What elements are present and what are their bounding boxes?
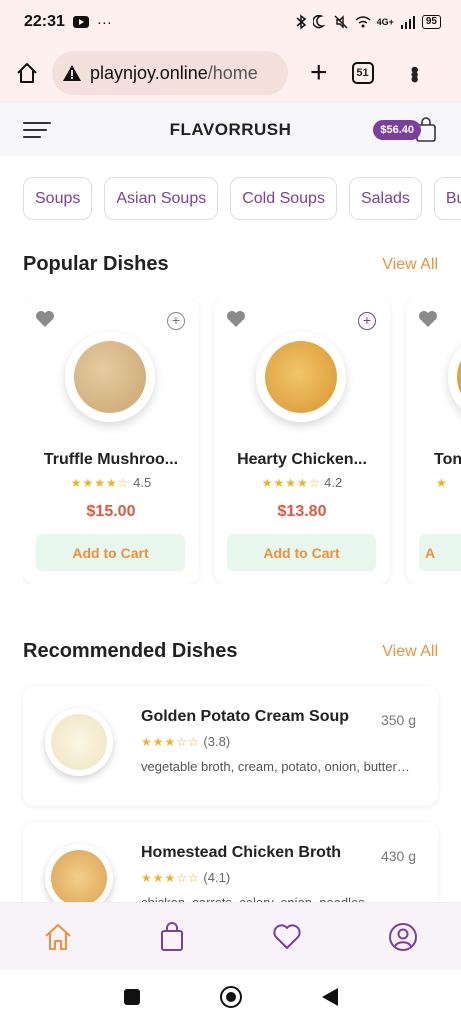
dish-weight: 430 g	[380, 848, 416, 864]
soup-bowl	[457, 341, 461, 413]
dish-name: Ton	[434, 451, 461, 468]
popular-section-header: Popular Dishes View All	[23, 253, 438, 276]
dish-name: Golden Potato Cream Soup	[141, 708, 350, 725]
url-host: playnjoy.online	[90, 62, 208, 83]
url-path: /home	[207, 62, 258, 83]
rating-value: (4.1)	[203, 870, 231, 885]
new-tab-button[interactable]: +	[310, 58, 328, 88]
home-icon[interactable]	[16, 62, 38, 84]
soup-bowl	[51, 714, 107, 770]
vowifi-icon	[355, 16, 371, 28]
bluetooth-icon	[296, 14, 306, 30]
favorite-heart-icon[interactable]	[35, 310, 55, 328]
dish-rating: ★★★★☆ 4.5	[23, 475, 199, 490]
dish-image	[45, 708, 113, 776]
app-title: FLAVORRUSH	[169, 119, 292, 139]
more-vert-icon[interactable]: •••	[403, 66, 428, 80]
category-chip-cold-soups[interactable]: Cold Soups	[230, 177, 337, 220]
dish-image	[448, 332, 461, 422]
battery-icon: 95	[421, 15, 441, 29]
add-to-cart-button[interactable]: Add to Cart	[36, 534, 185, 571]
tabs-button[interactable]: 51	[351, 62, 374, 84]
dish-rating: ★★★☆☆ (3.8)	[141, 734, 230, 749]
favorite-heart-icon[interactable]	[418, 310, 438, 328]
browser-toolbar: playnjoy.online/home + 51 •••	[0, 44, 461, 102]
category-chip-partial[interactable]: Bu	[433, 177, 461, 220]
category-chip-asian-soups[interactable]: Asian Soups	[104, 177, 219, 220]
home-icon[interactable]	[43, 922, 73, 952]
soup-bowl	[74, 341, 146, 413]
add-circle-icon[interactable]: +	[358, 312, 376, 330]
add-to-cart-button[interactable]: A	[419, 534, 461, 571]
profile-icon[interactable]	[388, 922, 418, 952]
popular-card[interactable]: + Hearty Chicken... ★★★★☆ 4.2 $13.80 Add…	[214, 298, 390, 584]
app-header: FLAVORRUSH $56.40	[0, 102, 461, 156]
signal-icon	[400, 16, 415, 29]
dish-price: $15.00	[86, 503, 136, 520]
rating-value: 4.2	[324, 475, 343, 490]
status-bar: 22:31 ··· 4G+ 95	[0, 0, 461, 44]
star-rating-icon: ★	[436, 476, 448, 490]
cart-button[interactable]: $56.40	[367, 117, 437, 143]
bottom-navigation	[0, 902, 461, 970]
dish-ingredients: vegetable broth, cream, potato, onion, b…	[141, 759, 410, 774]
category-chip-soups[interactable]: Soups	[23, 177, 93, 220]
soup-bowl	[51, 850, 107, 906]
dish-image	[256, 332, 346, 422]
dish-rating: ★★★☆☆ (4.1)	[141, 870, 230, 885]
menu-icon[interactable]	[23, 122, 51, 138]
add-circle-icon[interactable]: +	[167, 312, 185, 330]
warning-icon[interactable]	[62, 64, 82, 82]
mute-icon	[334, 15, 348, 29]
add-to-cart-button[interactable]: Add to Cart	[227, 534, 376, 571]
star-rating-icon: ★★★★☆	[70, 476, 130, 490]
soup-bowl	[265, 341, 337, 413]
cart-total-badge: $56.40	[373, 120, 421, 140]
dish-weight: 350 g	[380, 712, 416, 728]
recents-button[interactable]	[123, 989, 140, 1005]
popular-card[interactable]: Ton ★ A	[406, 298, 461, 584]
star-rating-icon: ★★★☆☆	[141, 735, 200, 749]
dish-price: $13.80	[277, 503, 327, 520]
url-bar[interactable]: playnjoy.online/home	[52, 51, 288, 95]
moon-icon	[312, 15, 326, 29]
category-chip-salads[interactable]: Salads	[348, 177, 422, 220]
star-rating-icon: ★★★☆☆	[141, 871, 200, 885]
recommended-section-header: Recommended Dishes View All	[23, 640, 438, 663]
system-home-button[interactable]	[219, 986, 242, 1008]
youtube-icon	[72, 16, 89, 28]
status-time: 22:31	[24, 13, 65, 30]
star-rating-icon: ★★★★☆	[261, 476, 321, 490]
popular-view-all-link[interactable]: View All	[382, 256, 438, 274]
dish-name: Hearty Chicken...	[237, 451, 367, 468]
bag-icon[interactable]	[159, 921, 185, 952]
rating-value: (3.8)	[203, 734, 231, 749]
rating-value: 4.5	[133, 475, 152, 490]
popular-carousel[interactable]: + Truffle Mushroo... ★★★★☆ 4.5 $15.00 Ad…	[23, 298, 461, 584]
dish-name: Homestead Chicken Broth	[141, 844, 342, 861]
recommended-item[interactable]: Golden Potato Cream Soup 350 g ★★★☆☆ (3.…	[23, 686, 438, 806]
more-notifications-icon: ···	[96, 13, 112, 31]
back-button[interactable]	[321, 988, 338, 1006]
heart-icon[interactable]	[272, 923, 302, 951]
dish-image	[65, 332, 155, 422]
dish-rating: ★	[406, 475, 461, 490]
popular-title: Popular Dishes	[23, 253, 169, 275]
favorite-heart-icon[interactable]	[226, 310, 246, 328]
popular-card[interactable]: + Truffle Mushroo... ★★★★☆ 4.5 $15.00 Ad…	[23, 298, 199, 584]
dish-rating: ★★★★☆ 4.2	[214, 475, 390, 490]
category-chips: Soups Asian Soups Cold Soups Salads Bu	[23, 177, 461, 220]
network-type: 4G+	[376, 17, 394, 27]
dish-name: Truffle Mushroo...	[43, 451, 179, 468]
recommended-title: Recommended Dishes	[23, 640, 238, 662]
system-navigation-bar	[0, 970, 461, 1024]
recommended-view-all-link[interactable]: View All	[382, 643, 438, 661]
